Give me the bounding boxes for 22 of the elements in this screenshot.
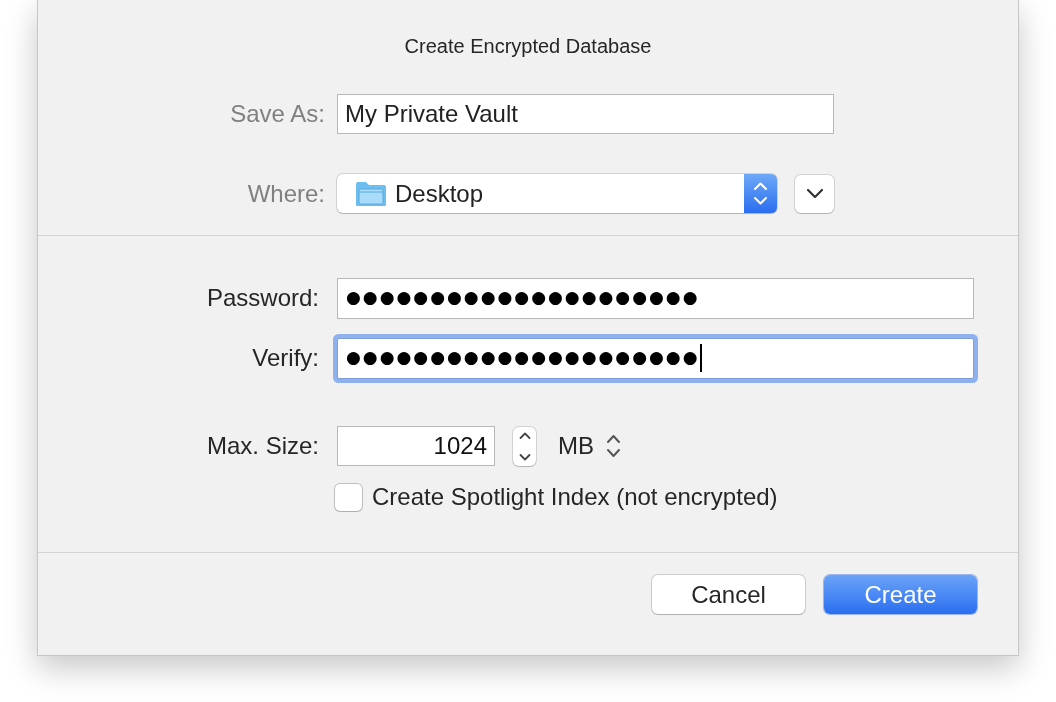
location-popup[interactable]: Desktop bbox=[337, 174, 777, 213]
password-field[interactable]: ●●●●●●●●●●●●●●●●●●●●● bbox=[337, 277, 974, 319]
up-down-chevron-icon bbox=[606, 434, 621, 458]
field-label: Max. Size: bbox=[206, 431, 319, 461]
stepper[interactable] bbox=[513, 426, 536, 466]
cancel-button[interactable]: Cancel bbox=[652, 575, 805, 614]
field-label: Save As: bbox=[230, 99, 325, 129]
size-field[interactable]: 1024 bbox=[337, 426, 495, 466]
disclosure-button[interactable] bbox=[795, 174, 834, 213]
field-label: Password: bbox=[206, 283, 319, 313]
dialog-title: Create Encrypted Database bbox=[404, 34, 652, 58]
folder-icon bbox=[355, 180, 387, 207]
text-cursor-icon bbox=[699, 344, 702, 372]
field-label: Verify: bbox=[252, 343, 319, 373]
filename-field[interactable]: My Private Vault bbox=[337, 94, 834, 134]
checkbox-label[interactable]: Create Spotlight Index (not encrypted) bbox=[372, 479, 778, 515]
up-down-chevron-icon bbox=[518, 431, 531, 461]
checkbox[interactable] bbox=[335, 483, 362, 511]
up-down-chevron-icon bbox=[744, 174, 777, 213]
unit-popup[interactable]: MB bbox=[558, 428, 621, 464]
chevron-down-icon bbox=[806, 189, 823, 198]
field-label: Where: bbox=[247, 178, 325, 209]
